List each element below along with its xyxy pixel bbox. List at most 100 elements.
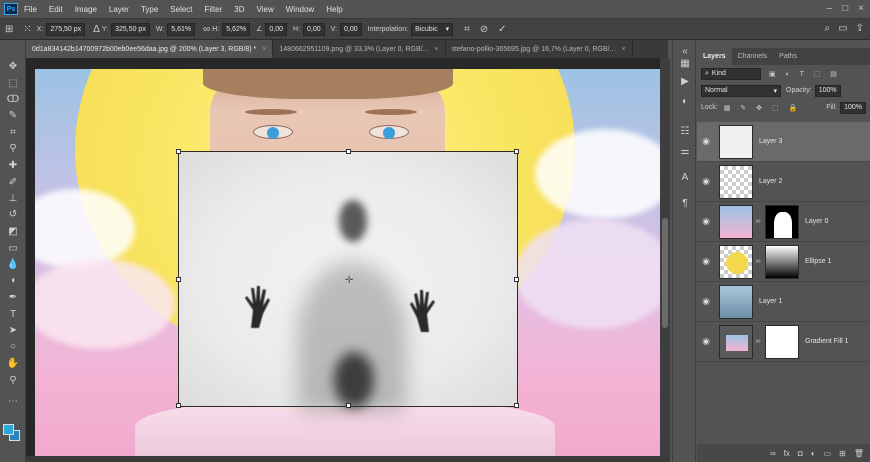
zoom-tool-icon[interactable]: ⚲ xyxy=(6,374,20,388)
move-tool-icon[interactable]: ✥ xyxy=(6,60,20,74)
more-tools-icon[interactable]: ⋯ xyxy=(6,395,20,409)
visibility-eye-icon[interactable]: ◉ xyxy=(697,176,715,187)
tab-layers[interactable]: Layers xyxy=(697,48,732,65)
visibility-eye-icon[interactable]: ◉ xyxy=(697,296,715,307)
menu-type[interactable]: Type xyxy=(141,5,158,14)
menu-file[interactable]: File xyxy=(24,5,37,14)
visibility-eye-icon[interactable]: ◉ xyxy=(697,256,715,267)
height-field[interactable]: H: 5,62% xyxy=(212,22,251,36)
y-input[interactable]: 325,50 px xyxy=(111,22,150,36)
menu-select[interactable]: Select xyxy=(170,5,192,14)
vskew-input[interactable]: 0,00 xyxy=(340,22,362,36)
tab-document-1[interactable]: 0d1a834142b14700972b00eb0ee56daa.jpg @ 2… xyxy=(26,40,274,58)
delta-icon[interactable]: Δ xyxy=(93,24,100,35)
menu-view[interactable]: View xyxy=(257,5,274,14)
character-icon[interactable]: A xyxy=(679,172,691,184)
layer-row-layer-3[interactable]: ◉ Layer 3 xyxy=(697,122,870,162)
layer-style-icon[interactable]: fx xyxy=(784,449,790,458)
path-select-tool-icon[interactable]: ➤ xyxy=(6,324,20,338)
actions-icon[interactable]: ▶ xyxy=(679,76,691,88)
gradient-tool-icon[interactable]: ▭ xyxy=(6,242,20,256)
mask-link-icon[interactable]: ∞ xyxy=(753,218,763,225)
vskew-field[interactable]: V: 0,00 xyxy=(331,22,362,36)
minimize-icon[interactable]: – xyxy=(827,3,833,14)
history-icon[interactable]: ▦ xyxy=(679,58,691,70)
foreground-color-swatch[interactable] xyxy=(3,424,14,435)
libraries-icon[interactable]: ⚌ xyxy=(679,146,691,158)
brush-tool-icon[interactable]: ✐ xyxy=(6,176,20,190)
tab-document-2[interactable]: 1480662951109.png @ 33,3% (Layer 0, RGB/… xyxy=(273,40,446,58)
maximize-icon[interactable]: □ xyxy=(842,3,848,14)
transform-handle[interactable] xyxy=(346,149,351,154)
pen-tool-icon[interactable]: ✒ xyxy=(6,291,20,305)
collapse-panels-icon[interactable]: « xyxy=(679,46,691,58)
transform-handle[interactable] xyxy=(346,403,351,408)
x-input[interactable]: 275,50 px xyxy=(46,22,86,36)
hand-tool-icon[interactable]: ✋ xyxy=(6,357,20,371)
link-icon[interactable]: ∞ xyxy=(203,24,210,35)
history-brush-tool-icon[interactable]: ↺ xyxy=(6,208,20,222)
hskew-field[interactable]: H: 0,00 xyxy=(293,22,325,36)
layer-mask-thumbnail[interactable] xyxy=(765,204,799,239)
width-input[interactable]: 5,61% xyxy=(167,22,196,36)
menu-filter[interactable]: Filter xyxy=(205,5,223,14)
layer-row-ellipse-1[interactable]: ◉ ∞ Ellipse 1 xyxy=(697,242,870,282)
link-layers-icon[interactable]: ∞ xyxy=(770,449,776,458)
x-field[interactable]: X: 275,50 px xyxy=(37,22,86,36)
angle-field[interactable]: ∠ 0,00 xyxy=(256,22,288,36)
interpolation-select[interactable]: Bicubic ▾ xyxy=(411,22,454,36)
visibility-eye-icon[interactable]: ◉ xyxy=(697,336,715,347)
transform-handle[interactable] xyxy=(514,277,519,282)
angle-input[interactable]: 0,00 xyxy=(265,22,288,36)
layer-row-layer-1[interactable]: ◉ Layer 1 xyxy=(697,282,870,322)
tab-channels[interactable]: Channels xyxy=(732,48,774,65)
search-icon[interactable]: ⌕ xyxy=(825,23,831,34)
blend-mode-select[interactable]: Normal ▾ xyxy=(701,84,781,97)
tab-paths[interactable]: Paths xyxy=(773,48,803,65)
menu-help[interactable]: Help xyxy=(326,5,342,14)
layer-row-layer-2[interactable]: ◉ Layer 2 xyxy=(697,162,870,202)
eraser-tool-icon[interactable]: ◩ xyxy=(6,225,20,239)
adjustments-icon[interactable]: ◐ xyxy=(679,96,691,108)
layer-mask-thumbnail[interactable] xyxy=(765,244,799,279)
menu-edit[interactable]: Edit xyxy=(49,5,63,14)
ellipse-tool-icon[interactable]: ○ xyxy=(6,340,20,354)
workspace-icon[interactable]: ▭ xyxy=(838,23,847,34)
menu-3d[interactable]: 3D xyxy=(234,5,244,14)
layer-row-layer-0[interactable]: ◉ ∞ Layer 0 xyxy=(697,202,870,242)
new-group-icon[interactable]: ▭ xyxy=(824,449,832,458)
crop-tool-icon[interactable]: ⌗ xyxy=(6,126,20,140)
kind-filter[interactable]: ⌕ Kind xyxy=(701,67,761,80)
transform-handle[interactable] xyxy=(176,277,181,282)
type-tool-icon[interactable]: T xyxy=(6,308,20,322)
lock-icons[interactable]: ▦ ✎ ✥ ⬚ 🔒 xyxy=(724,104,801,112)
new-layer-icon[interactable]: ⊞ xyxy=(839,449,846,458)
transform-handle[interactable] xyxy=(514,403,519,408)
width-field[interactable]: W: 5,61% xyxy=(156,22,196,36)
layer-mask-thumbnail[interactable] xyxy=(765,324,799,359)
hskew-input[interactable]: 0,00 xyxy=(303,22,325,36)
close-tab-icon[interactable]: × xyxy=(434,46,438,53)
marquee-tool-icon[interactable]: ⬚ xyxy=(6,77,20,91)
interpolation-field[interactable]: Interpolation: Bicubic ▾ xyxy=(368,22,454,36)
close-tab-icon[interactable]: × xyxy=(621,46,625,53)
y-field[interactable]: Y: 325,50 px xyxy=(102,22,150,36)
menu-layer[interactable]: Layer xyxy=(109,5,129,14)
menu-window[interactable]: Window xyxy=(286,5,314,14)
dodge-tool-icon[interactable]: ◖ xyxy=(6,274,20,288)
delete-layer-icon[interactable]: 🗑 xyxy=(854,449,864,458)
lasso-tool-icon[interactable]: ↀ xyxy=(6,93,20,107)
transform-center-icon[interactable]: ✛ xyxy=(345,275,353,286)
blur-tool-icon[interactable]: 💧 xyxy=(6,258,20,272)
healing-tool-icon[interactable]: ✚ xyxy=(6,159,20,173)
visibility-eye-icon[interactable]: ◉ xyxy=(697,136,715,147)
layer-row-gradient-fill-1[interactable]: ◉ ∞ Gradient Fill 1 xyxy=(697,322,870,362)
commit-transform-icon[interactable]: ✓ xyxy=(498,24,506,35)
canvas-vertical-scrollbar[interactable] xyxy=(660,58,670,458)
reference-point-icon[interactable]: ⁙ xyxy=(23,24,31,35)
fill-input[interactable]: 100% xyxy=(840,101,866,114)
clone-stamp-tool-icon[interactable]: ⊥ xyxy=(6,192,20,206)
cancel-transform-icon[interactable]: ⊘ xyxy=(480,24,488,35)
mask-link-icon[interactable]: ∞ xyxy=(753,258,763,265)
height-input[interactable]: 5,62% xyxy=(222,22,251,36)
